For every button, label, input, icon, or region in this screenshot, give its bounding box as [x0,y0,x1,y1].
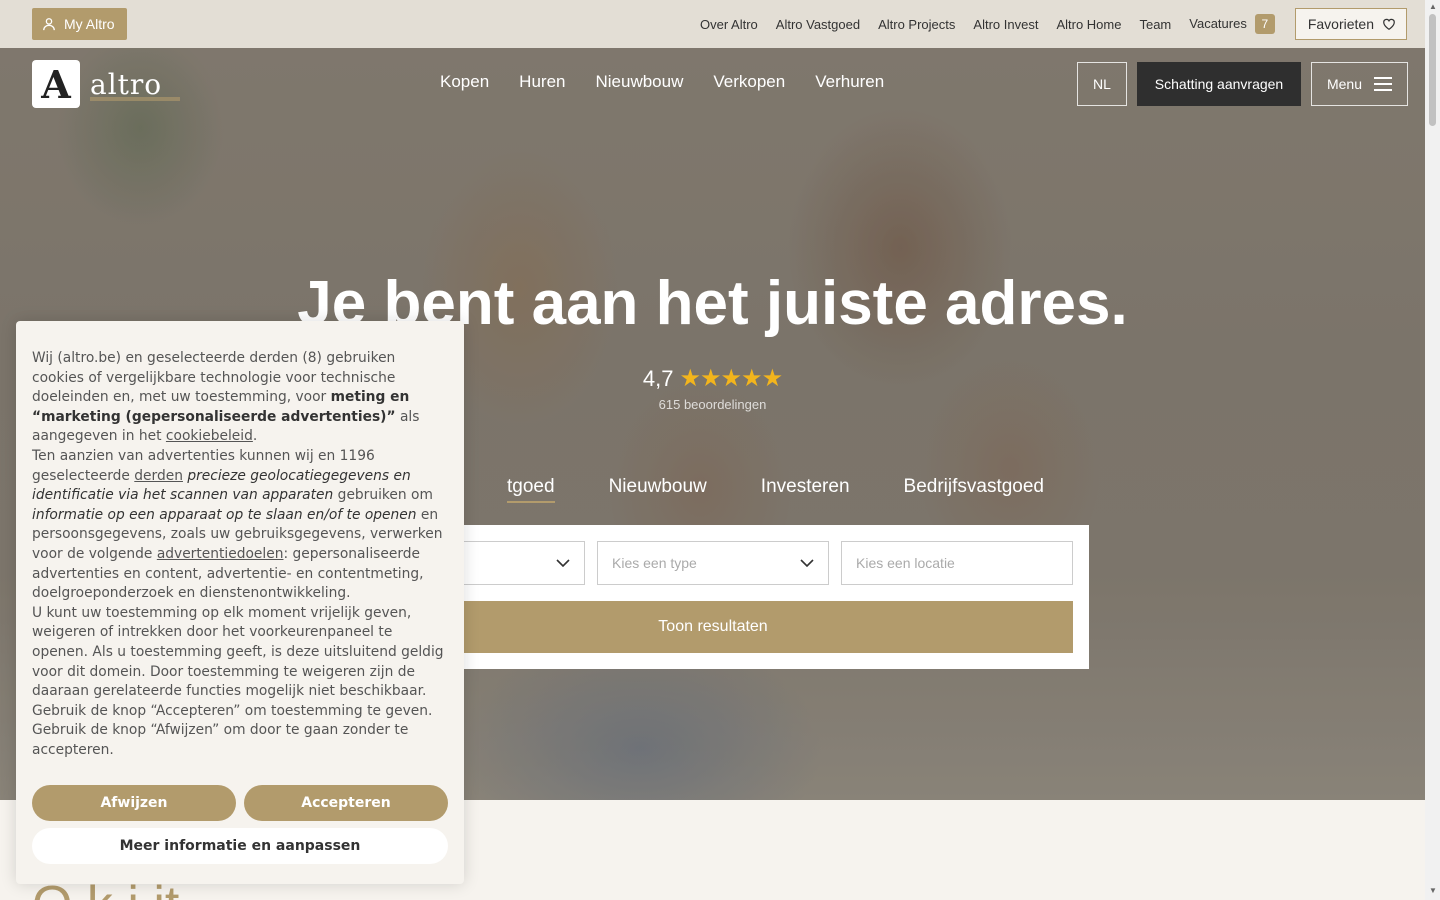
favorites-button[interactable]: Favorieten [1294,8,1407,40]
nav-verhuren[interactable]: Verhuren [815,72,884,92]
link-over-altro[interactable]: Over Altro [700,17,758,32]
link-altro-home[interactable]: Altro Home [1056,17,1121,32]
scrollbar[interactable]: ▲ ▼ [1425,0,1440,900]
cookie-policy-link[interactable]: cookiebeleid [166,428,253,444]
type-placeholder: Kies een type [612,555,697,571]
cookie-p2-text2: gebruiken om [333,487,433,504]
tab-vastgoed[interactable]: tgoed [507,476,555,503]
scrollbar-thumb[interactable] [1429,14,1436,126]
logo-tagline-bar [90,97,180,101]
chevron-down-icon [800,559,814,567]
location-placeholder: Kies een locatie [856,555,955,571]
top-links: Over Altro Altro Vastgoed Altro Projects… [682,8,1407,40]
tab-investeren[interactable]: Investeren [761,476,850,503]
menu-label: Menu [1326,76,1363,92]
logo-mark: A [32,60,80,108]
my-altro-label: My Altro [64,16,115,32]
estimate-button[interactable]: Schatting aanvragen [1137,62,1301,106]
altro-logo[interactable]: A altro [32,60,180,108]
vacatures-label: Vacatures [1189,16,1247,31]
cookie-p3-text: U kunt uw toestemming op elk moment vrij… [32,604,444,700]
nav-verkopen[interactable]: Verkopen [713,72,785,92]
cookie-p1-end: . [252,428,258,445]
link-team[interactable]: Team [1139,17,1171,32]
cookie-consent-panel: Wij (altro.be) en geselecteerde derden (… [16,321,464,884]
accept-button[interactable]: Accepteren [244,785,448,821]
top-utility-bar: My Altro Over Altro Altro Vastgoed Altro… [0,0,1425,48]
reject-button[interactable]: Afwijzen [32,785,236,821]
cookie-p4-text: Gebruik de knop “Accepteren” om toestemm… [32,702,433,758]
link-altro-invest[interactable]: Altro Invest [973,17,1038,32]
scroll-up-arrow-icon[interactable]: ▲ [1429,2,1437,11]
cookie-text: Wij (altro.be) en geselecteerde derden (… [32,349,448,760]
hamburger-icon [1374,77,1393,91]
cookie-p2-italic2: informatie op een apparaat op te slaan e… [32,506,417,523]
rating-score: 4,7 [642,365,674,391]
scroll-down-arrow-icon[interactable]: ▼ [1429,886,1437,895]
menu-button[interactable]: Menu [1311,62,1408,106]
heart-icon [1383,18,1395,30]
nav-kopen[interactable]: Kopen [440,72,489,92]
tab-bedrijfsvastgoed[interactable]: Bedrijfsvastgoed [904,476,1044,503]
nav-nieuwbouw[interactable]: Nieuwbouw [595,72,683,92]
logo-wordmark: altro [90,67,163,101]
user-icon [43,18,55,31]
type-select[interactable]: Kies een type [597,541,829,585]
link-vacatures[interactable]: Vacatures 7 [1189,14,1275,34]
rating-stars-icon: ★★★★★ [679,365,784,392]
location-input[interactable]: Kies een locatie [841,541,1073,585]
nav-huren[interactable]: Huren [519,72,565,92]
third-parties-link[interactable]: derden [134,468,183,484]
favorites-label: Favorieten [1307,16,1374,32]
more-info-button[interactable]: Meer informatie en aanpassen [32,828,448,864]
my-altro-button[interactable]: My Altro [32,8,127,40]
main-nav: Kopen Huren Nieuwbouw Verkopen Verhuren [440,72,884,92]
vacatures-count-badge: 7 [1254,14,1275,34]
tab-nieuwbouw[interactable]: Nieuwbouw [609,476,707,503]
link-altro-projects[interactable]: Altro Projects [878,17,955,32]
ad-purposes-link[interactable]: advertentiedoelen [157,546,284,562]
link-altro-vastgoed[interactable]: Altro Vastgoed [776,17,860,32]
language-button[interactable]: NL [1077,62,1127,106]
chevron-down-icon [556,559,570,567]
